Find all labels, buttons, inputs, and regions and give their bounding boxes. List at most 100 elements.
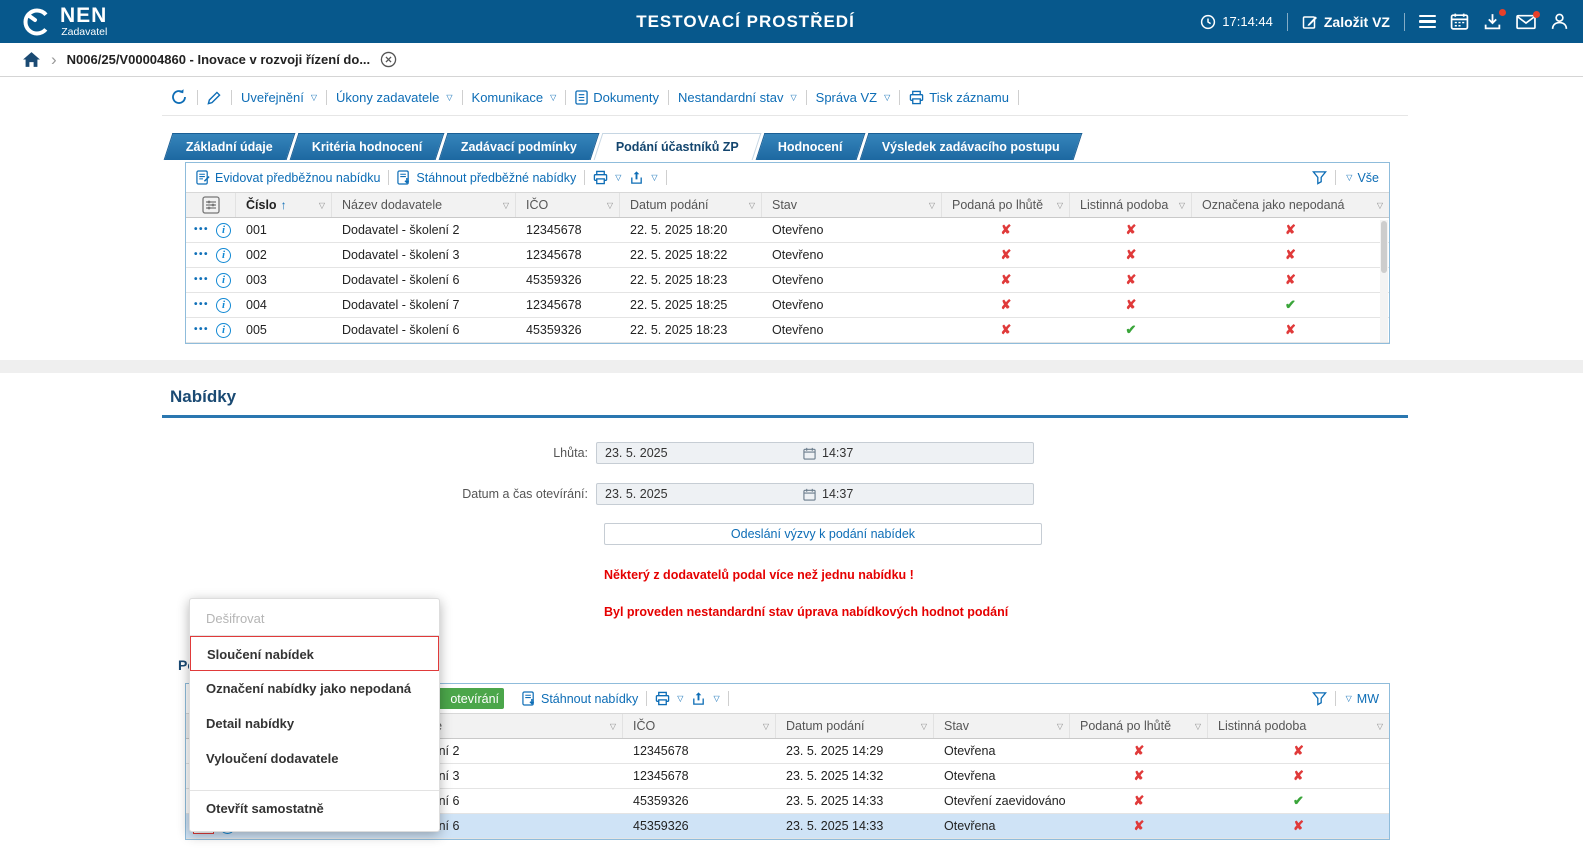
calendar-small-icon[interactable] xyxy=(803,488,816,501)
info-icon[interactable]: i xyxy=(216,298,231,313)
filter-toggle-icon[interactable]: ▽ xyxy=(749,201,755,210)
home-icon[interactable] xyxy=(22,51,41,68)
filter-toggle-icon[interactable]: ▽ xyxy=(607,201,613,210)
menu-item-oznaceni-nepodana[interactable]: Označení nabídky jako nepodaná xyxy=(190,671,439,706)
breadcrumb-item[interactable]: N006/25/V00004860 - Inovace v rozvoji ří… xyxy=(67,52,370,67)
filter-toggle-icon[interactable]: ▽ xyxy=(1057,722,1063,731)
filter-toggle-icon[interactable]: ▽ xyxy=(929,201,935,210)
otevirani-input[interactable]: 23. 5. 2025 14:37 xyxy=(596,483,1034,505)
export-table-button[interactable]: ▽ xyxy=(629,170,657,185)
printer-icon xyxy=(909,90,924,105)
filter-icon[interactable] xyxy=(1312,691,1327,706)
column-header-stav[interactable]: Stav▽ xyxy=(762,193,942,217)
mail-icon[interactable] xyxy=(1516,14,1536,30)
filter-toggle-icon[interactable]: ▽ xyxy=(1377,201,1383,210)
menu-nestandardni-stav[interactable]: Nestandardní stav▽ xyxy=(678,90,797,105)
table-row[interactable]: •••i 002 Dodavatel - školení 3 12345678 … xyxy=(186,243,1389,268)
evidovat-predbeznou-nabidku-button[interactable]: Evidovat předběžnou nabídku xyxy=(196,170,380,185)
column-header-listinna[interactable]: Listinná podoba▽ xyxy=(1208,714,1389,738)
export-table-button[interactable]: ▽ xyxy=(691,691,719,706)
close-record-icon[interactable] xyxy=(380,51,397,68)
column-header-cislo[interactable]: Číslo↑ ▽ xyxy=(236,193,332,217)
filter-toggle-icon[interactable]: ▽ xyxy=(1195,722,1201,731)
view-selector[interactable]: ▽ Vše xyxy=(1344,171,1379,185)
tab-podani-ucastniku-zp[interactable]: Podání účastníků ZP xyxy=(594,133,762,160)
menu-ukony-zadavatele[interactable]: Úkony zadavatele▽ xyxy=(336,90,453,105)
column-header-datum[interactable]: Datum podání▽ xyxy=(620,193,762,217)
row-menu-icon[interactable]: ••• xyxy=(194,325,209,335)
print-table-button[interactable]: ▽ xyxy=(593,170,621,185)
edit-icon[interactable] xyxy=(207,90,222,105)
row-menu-icon[interactable]: ••• xyxy=(194,225,209,235)
menu-komunikace[interactable]: Komunikace▽ xyxy=(472,90,557,105)
row-menu-icon[interactable]: ••• xyxy=(194,250,209,260)
hamburger-menu-icon[interactable] xyxy=(1419,15,1436,28)
filter-toggle-icon[interactable]: ▽ xyxy=(1377,722,1383,731)
table-row[interactable]: •••i 001 Dodavatel - školení 2 12345678 … xyxy=(186,218,1389,243)
filter-toggle-icon[interactable]: ▽ xyxy=(1057,201,1063,210)
info-icon[interactable]: i xyxy=(216,323,231,338)
tab-kriteria-hodnoceni[interactable]: Kritéria hodnocení xyxy=(289,133,444,160)
view-selector[interactable]: ▽ MW xyxy=(1344,692,1379,706)
preliminary-offers-table: Evidovat předběžnou nabídku Stáhnout pře… xyxy=(185,162,1390,344)
column-header-datum[interactable]: Datum podání▽ xyxy=(776,714,934,738)
menu-uverejneni[interactable]: Uveřejnění▽ xyxy=(241,90,317,105)
filter-toggle-icon[interactable]: ▽ xyxy=(763,722,769,731)
filter-icon[interactable] xyxy=(1312,170,1327,185)
column-settings-icon[interactable] xyxy=(202,196,220,214)
menu-dokumenty[interactable]: Dokumenty xyxy=(575,90,659,105)
calendar-icon[interactable] xyxy=(1450,12,1469,31)
menu-item-slouceni-nabidek[interactable]: Sloučení nabídek xyxy=(190,636,439,671)
column-header-ico[interactable]: IČO▽ xyxy=(623,714,776,738)
table-row[interactable]: •••i 005 Dodavatel - školení 6 45359326 … xyxy=(186,318,1389,343)
column-header-po-lhute[interactable]: Podaná po lhůtě▽ xyxy=(942,193,1070,217)
nen-logo-icon[interactable] xyxy=(22,7,52,37)
table-scrollbar[interactable] xyxy=(1380,220,1388,342)
user-icon[interactable] xyxy=(1550,12,1569,31)
cell-datum: 23. 5. 2025 14:33 xyxy=(776,789,934,813)
menu-item-detail-nabidky[interactable]: Detail nabídky xyxy=(190,706,439,741)
column-header-stav[interactable]: Stav▽ xyxy=(934,714,1070,738)
odeslani-vyzvy-button[interactable]: Odeslání výzvy k podání nabídek xyxy=(604,523,1042,545)
tab-zakladni-udaje[interactable]: Základní údaje xyxy=(164,133,296,160)
menu-tisk-zaznamu[interactable]: Tisk záznamu xyxy=(909,90,1009,105)
filter-toggle-icon[interactable]: ▽ xyxy=(610,722,616,731)
info-icon[interactable]: i xyxy=(216,223,231,238)
info-icon[interactable]: i xyxy=(216,248,231,263)
stahnout-nabidky-button[interactable]: Stáhnout nabídky xyxy=(522,691,638,706)
lhuta-date-value[interactable]: 23. 5. 2025 xyxy=(597,446,803,460)
calendar-small-icon[interactable] xyxy=(803,447,816,460)
download-icon[interactable] xyxy=(1483,12,1502,31)
tab-zadavaci-podminky[interactable]: Zadávací podmínky xyxy=(439,133,600,160)
column-header-listinna[interactable]: Listinná podoba▽ xyxy=(1070,193,1192,217)
row-menu-icon[interactable]: ••• xyxy=(194,300,209,310)
column-header-po-lhute[interactable]: Podaná po lhůtě▽ xyxy=(1070,714,1208,738)
otevirani-time-value[interactable]: 14:37 xyxy=(822,487,853,501)
menu-sprava-vz[interactable]: Správa VZ▽ xyxy=(816,90,891,105)
otevirani-date-value[interactable]: 23. 5. 2025 xyxy=(597,487,803,501)
undo-icon[interactable] xyxy=(170,88,188,106)
row-menu-icon[interactable]: ••• xyxy=(194,275,209,285)
cell-stav: Otevřena xyxy=(934,764,1070,788)
info-icon[interactable]: i xyxy=(216,273,231,288)
lhuta-input[interactable]: 23. 5. 2025 14:37 xyxy=(596,442,1034,464)
zalozit-vz-button[interactable]: Založit VZ xyxy=(1302,14,1390,30)
menu-item-vylouceni-dodavatele[interactable]: Vyloučení dodavatele xyxy=(190,741,439,776)
lhuta-time-value[interactable]: 14:37 xyxy=(822,446,853,460)
dropdown-arrow-icon: ▽ xyxy=(884,93,890,102)
print-table-button[interactable]: ▽ xyxy=(655,691,683,706)
filter-toggle-icon[interactable]: ▽ xyxy=(319,201,325,210)
table-row[interactable]: •••i 004 Dodavatel - školení 7 12345678 … xyxy=(186,293,1389,318)
filter-toggle-icon[interactable]: ▽ xyxy=(1179,201,1185,210)
column-header-nepodana[interactable]: Označena jako nepodaná▽ xyxy=(1192,193,1389,217)
column-header-ico[interactable]: IČO▽ xyxy=(516,193,620,217)
cell-listinna: ✘ xyxy=(1070,293,1192,317)
tab-hodnoceni[interactable]: Hodnocení xyxy=(756,133,865,160)
tab-vysledek-zadavaciho-postupu[interactable]: Výsledek zadávacího postupu xyxy=(859,133,1082,160)
column-header-nazev[interactable]: Název dodavatele▽ xyxy=(332,193,516,217)
stahnout-predbezne-nabidky-button[interactable]: Stáhnout předběžné nabídky xyxy=(397,170,576,185)
table-row[interactable]: •••i 003 Dodavatel - školení 6 45359326 … xyxy=(186,268,1389,293)
filter-toggle-icon[interactable]: ▽ xyxy=(503,201,509,210)
menu-item-otevrit-samostatne[interactable]: Otevřít samostatně xyxy=(190,790,439,825)
filter-toggle-icon[interactable]: ▽ xyxy=(921,722,927,731)
